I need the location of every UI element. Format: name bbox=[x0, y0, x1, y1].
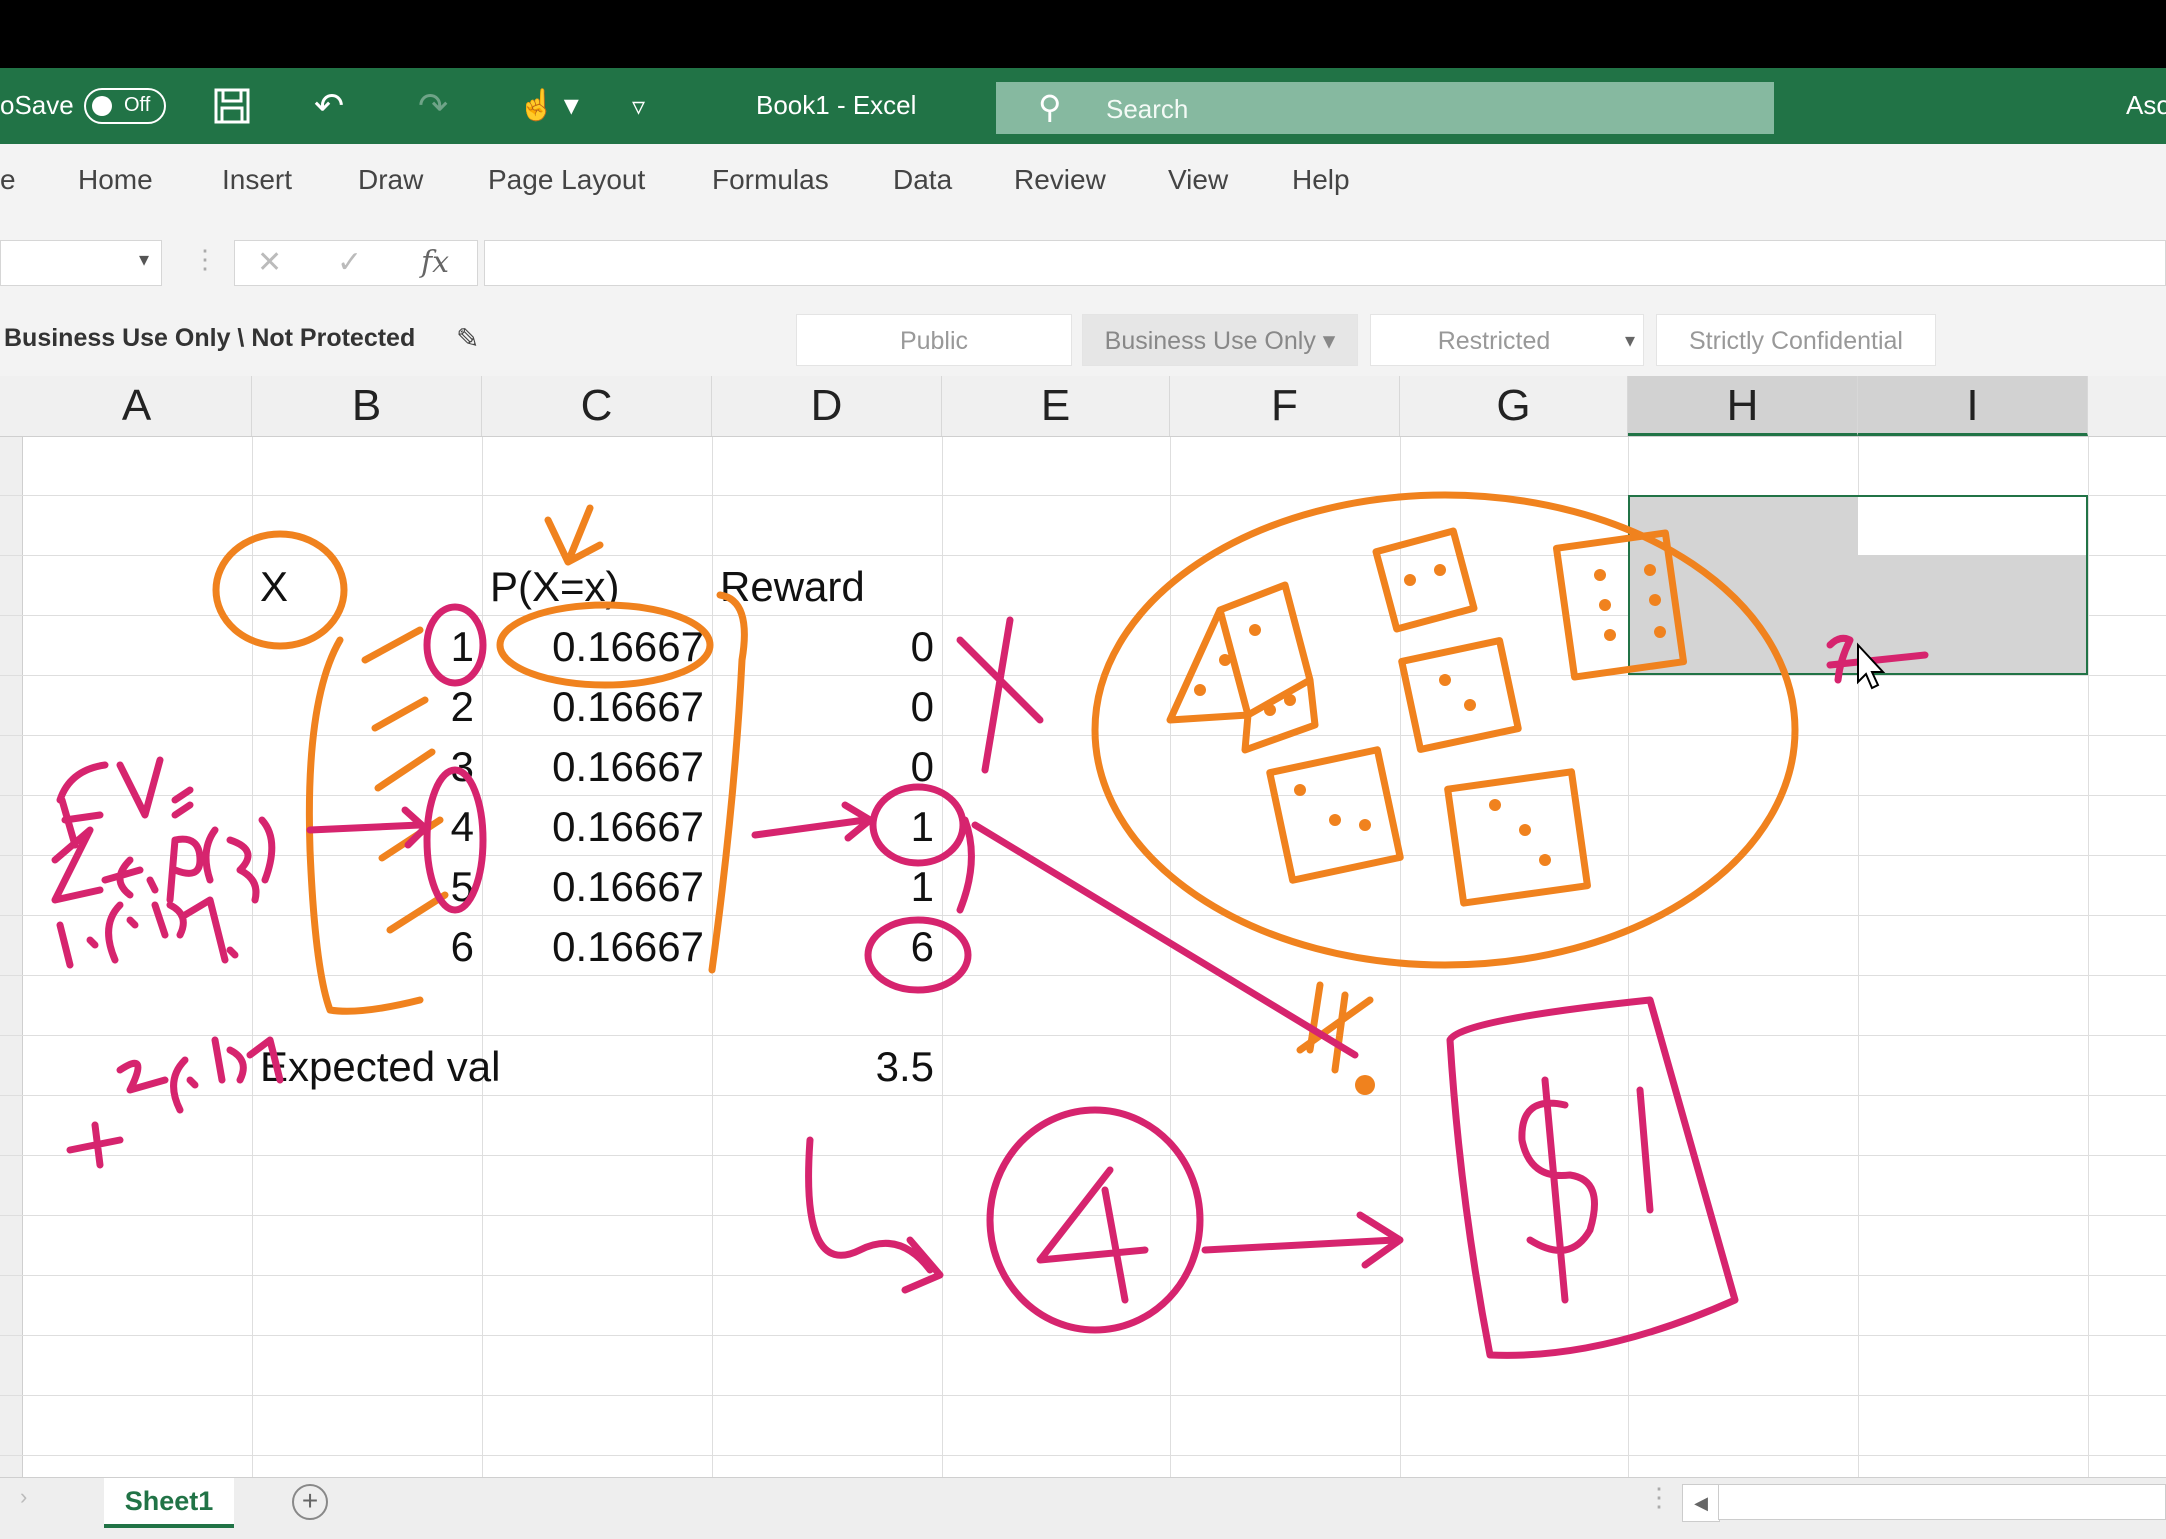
expected-val-label[interactable]: Expected val bbox=[260, 1037, 500, 1097]
sensitivity-status: Business Use Only \ Not Protected bbox=[4, 324, 416, 352]
column-header-h[interactable]: H bbox=[1628, 376, 1858, 436]
search-box[interactable]: ⚲ Search bbox=[996, 82, 1774, 134]
tab-formulas[interactable]: Formulas bbox=[712, 164, 829, 196]
p-value-cell[interactable]: 0.16667 bbox=[482, 617, 704, 677]
tab-home[interactable]: Home bbox=[78, 164, 153, 196]
expected-val-cell[interactable]: 3.5 bbox=[712, 1037, 934, 1097]
gridline bbox=[0, 1275, 2166, 1276]
p-value-cell[interactable]: 0.16667 bbox=[482, 677, 704, 737]
cancel-icon[interactable]: ✕ bbox=[257, 245, 282, 280]
redo-icon[interactable]: ↷ bbox=[418, 86, 448, 126]
insert-function-icon[interactable]: fx bbox=[421, 245, 449, 280]
sensitivity-label-bar: Business Use Only \ Not Protected ✎ Publ… bbox=[0, 306, 2166, 376]
column-header-b[interactable]: B bbox=[252, 376, 482, 436]
sheet-nav-icon[interactable]: › bbox=[20, 1484, 27, 1510]
tab-help[interactable]: Help bbox=[1292, 164, 1350, 196]
search-placeholder: Search bbox=[1106, 94, 1189, 124]
p-value-cell[interactable]: 0.16667 bbox=[482, 857, 704, 917]
autosave-label: oSave bbox=[0, 90, 74, 120]
x-value-cell[interactable]: 3 bbox=[252, 737, 474, 797]
column-header-c[interactable]: C bbox=[482, 376, 712, 436]
autosave-toggle[interactable]: Off bbox=[84, 88, 166, 124]
gridline bbox=[0, 1455, 2166, 1456]
sheet-tab-sheet1[interactable]: Sheet1 bbox=[104, 1478, 234, 1528]
gridline bbox=[1170, 437, 1171, 1477]
column-header-g[interactable]: G bbox=[1400, 376, 1628, 436]
formula-bar-divider-icon: ⋮ bbox=[192, 244, 218, 274]
label-restricted-button[interactable]: Restricted ▾ bbox=[1370, 314, 1644, 366]
label-strictly-confidential-button[interactable]: Strictly Confidential bbox=[1656, 314, 1936, 366]
reward-value-cell[interactable]: 0 bbox=[712, 617, 934, 677]
save-icon[interactable] bbox=[212, 86, 252, 134]
name-box[interactable]: ▾ bbox=[0, 240, 162, 286]
x-value-cell[interactable]: 1 bbox=[252, 617, 474, 677]
tab-file[interactable]: e bbox=[0, 164, 16, 196]
tab-review[interactable]: Review bbox=[1014, 164, 1106, 196]
tab-draw[interactable]: Draw bbox=[358, 164, 423, 196]
add-sheet-icon[interactable]: + bbox=[292, 1484, 328, 1520]
label-restricted-text: Restricted bbox=[1437, 327, 1551, 355]
enter-icon[interactable]: ✓ bbox=[337, 245, 362, 280]
tab-view[interactable]: View bbox=[1168, 164, 1228, 196]
p-value-cell[interactable]: 0.16667 bbox=[482, 737, 704, 797]
sheet-tab-bar: › Sheet1 + ⋮ ◀ bbox=[0, 1477, 2166, 1539]
gridline bbox=[0, 1335, 2166, 1336]
header-x-cell[interactable]: X bbox=[260, 557, 288, 617]
toggle-state: Off bbox=[124, 94, 151, 116]
toggle-knob bbox=[92, 96, 112, 116]
column-header-i[interactable]: I bbox=[1858, 376, 2088, 436]
gridline bbox=[0, 1035, 2166, 1036]
tab-data[interactable]: Data bbox=[893, 164, 952, 196]
gridline bbox=[0, 1395, 2166, 1396]
reward-value-cell[interactable]: 1 bbox=[712, 797, 934, 857]
touch-mode-icon[interactable]: ☝ ▾ bbox=[518, 86, 579, 126]
tab-insert[interactable]: Insert bbox=[222, 164, 292, 196]
tab-page-layout[interactable]: Page Layout bbox=[488, 164, 645, 196]
search-icon: ⚲ bbox=[1038, 89, 1062, 125]
customize-qat-icon[interactable]: ▿ bbox=[632, 86, 645, 126]
label-business-use-only-button[interactable]: Business Use Only ▾ bbox=[1082, 314, 1358, 366]
gridline bbox=[2088, 437, 2089, 1477]
restricted-dropdown-icon: ▾ bbox=[1624, 330, 1635, 352]
ribbon-tabs: e Home Insert Draw Page Layout Formulas … bbox=[0, 144, 2166, 214]
x-value-cell[interactable]: 5 bbox=[252, 857, 474, 917]
x-value-cell[interactable]: 2 bbox=[252, 677, 474, 737]
formula-bar: ▾ ⋮ ✕ ✓ fx bbox=[0, 214, 2166, 306]
column-header-f[interactable]: F bbox=[1170, 376, 1400, 436]
gridline bbox=[1400, 437, 1401, 1477]
gridline bbox=[0, 1215, 2166, 1216]
column-header-d[interactable]: D bbox=[712, 376, 942, 436]
title-bar: oSave Off ↶ ↷ ☝ ▾ ▿ Book1 - Excel ⚲ Sear… bbox=[0, 68, 2166, 144]
x-value-cell[interactable]: 6 bbox=[252, 917, 474, 977]
reward-value-cell[interactable]: 6 bbox=[712, 917, 934, 977]
p-value-cell[interactable]: 0.16667 bbox=[482, 917, 704, 977]
document-title: Book1 - Excel bbox=[756, 90, 917, 120]
reward-value-cell[interactable]: 0 bbox=[712, 677, 934, 737]
gridline bbox=[942, 437, 943, 1477]
formula-input[interactable] bbox=[484, 240, 2166, 286]
selection-border bbox=[1628, 495, 2088, 675]
tab-splitter-icon[interactable]: ⋮ bbox=[1646, 1482, 1672, 1513]
horizontal-scrollbar[interactable] bbox=[1718, 1484, 2166, 1520]
header-p-cell[interactable]: P(X=x) bbox=[490, 557, 620, 617]
reward-value-cell[interactable]: 0 bbox=[712, 737, 934, 797]
column-header-a[interactable]: A bbox=[22, 376, 252, 436]
name-box-dropdown-icon[interactable]: ▾ bbox=[139, 247, 149, 272]
label-public-button[interactable]: Public bbox=[796, 314, 1072, 366]
formula-buttons: ✕ ✓ fx bbox=[234, 240, 478, 286]
account-name[interactable]: Aso bbox=[2126, 90, 2166, 121]
top-black-bar bbox=[0, 0, 2166, 68]
column-headers: A B C D E F G H I bbox=[0, 376, 2166, 437]
pencil-icon[interactable]: ✎ bbox=[456, 322, 479, 355]
scroll-left-icon[interactable]: ◀ bbox=[1682, 1484, 1720, 1522]
header-reward-cell[interactable]: Reward bbox=[720, 557, 865, 617]
undo-icon[interactable]: ↶ bbox=[314, 86, 344, 126]
x-value-cell[interactable]: 4 bbox=[252, 797, 474, 857]
column-header-e[interactable]: E bbox=[942, 376, 1170, 436]
gridline bbox=[0, 1155, 2166, 1156]
reward-value-cell[interactable]: 1 bbox=[712, 857, 934, 917]
p-value-cell[interactable]: 0.16667 bbox=[482, 797, 704, 857]
